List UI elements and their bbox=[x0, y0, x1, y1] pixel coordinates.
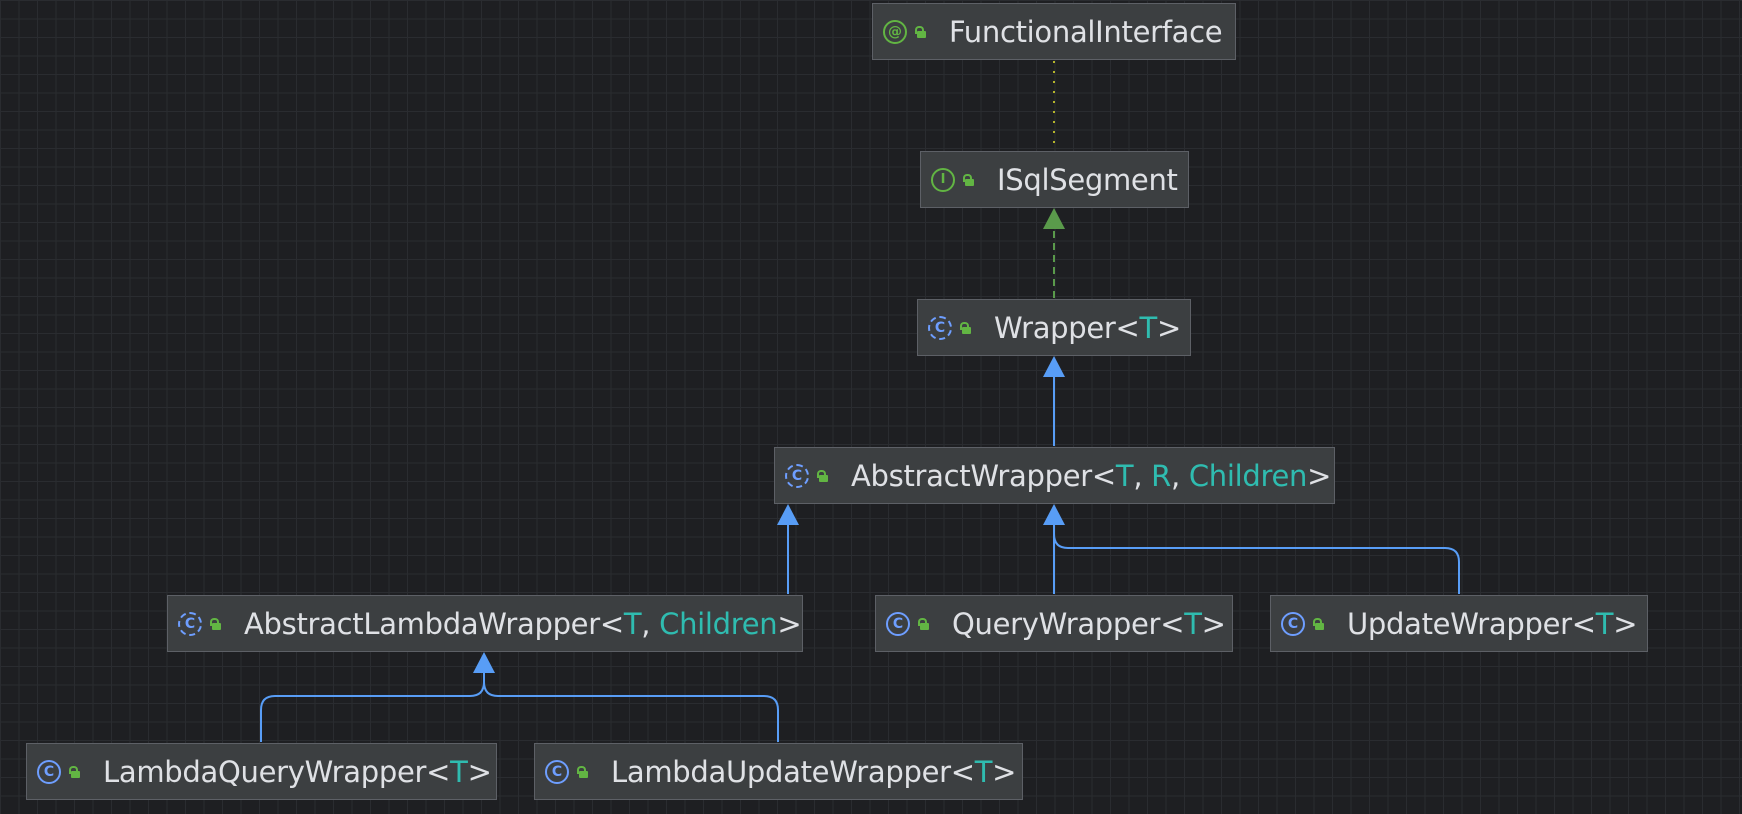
public-lock-icon bbox=[918, 617, 930, 630]
public-lock-icon bbox=[210, 617, 222, 630]
node-label: LambdaQueryWrapper<T> bbox=[103, 754, 492, 789]
type-param: T bbox=[450, 754, 468, 789]
node-functional-interface[interactable]: @ FunctionalInterface bbox=[872, 3, 1236, 60]
node-lambda-update-wrapper[interactable]: C LambdaUpdateWrapper<T> bbox=[534, 743, 1023, 800]
type-param: T bbox=[1595, 606, 1614, 641]
node-label: LambdaUpdateWrapper<T> bbox=[611, 754, 1017, 789]
node-abstract-wrapper[interactable]: C AbstractWrapper<T, R, Children> bbox=[774, 447, 1335, 504]
class-diagram-canvas: @ FunctionalInterface I ISqlSegment C Wr… bbox=[0, 0, 1742, 814]
public-lock-icon bbox=[577, 765, 589, 778]
class-icon: C bbox=[37, 759, 61, 784]
node-abstract-lambda-wrapper[interactable]: C AbstractLambdaWrapper<T, Children> bbox=[167, 595, 803, 652]
class-icon: C bbox=[1281, 611, 1305, 636]
type-param: T bbox=[974, 754, 993, 789]
type-param: R bbox=[1151, 458, 1172, 493]
public-lock-icon bbox=[817, 469, 829, 482]
annotation-icon: @ bbox=[883, 19, 907, 44]
node-label: AbstractLambdaWrapper<T, Children> bbox=[244, 606, 802, 641]
class-icon: C bbox=[545, 759, 569, 784]
type-param: Children bbox=[659, 606, 778, 641]
public-lock-icon bbox=[1313, 617, 1325, 630]
public-lock-icon bbox=[960, 321, 972, 334]
node-wrapper[interactable]: C Wrapper<T> bbox=[917, 299, 1191, 356]
edge-lambda-update-wrapper-abstract-lambda-wrapper bbox=[483, 681, 779, 742]
node-update-wrapper[interactable]: C UpdateWrapper<T> bbox=[1270, 595, 1648, 652]
node-label: UpdateWrapper<T> bbox=[1347, 606, 1638, 641]
abstract-class-icon: C bbox=[928, 315, 952, 340]
edge-update-wrapper-abstract-wrapper bbox=[1053, 533, 1460, 594]
node-label: FunctionalInterface bbox=[949, 14, 1223, 49]
edge-abstract-wrapper-wrapper-arrowhead bbox=[1043, 356, 1065, 377]
type-param: T bbox=[1184, 606, 1202, 641]
node-query-wrapper[interactable]: C QueryWrapper<T> bbox=[875, 595, 1233, 652]
type-param: Children bbox=[1188, 458, 1308, 493]
edge-wrapper-isqlsegment-arrowhead bbox=[1043, 208, 1065, 229]
type-param: T bbox=[623, 606, 642, 641]
node-label: QueryWrapper<T> bbox=[952, 606, 1226, 641]
node-isqlsegment[interactable]: I ISqlSegment bbox=[920, 151, 1189, 208]
class-icon: C bbox=[886, 611, 910, 636]
public-lock-icon bbox=[69, 765, 81, 778]
edge-abstract-lambda-wrapper-children-arrowhead bbox=[473, 652, 495, 673]
public-lock-icon bbox=[915, 25, 927, 38]
diagram-edges bbox=[260, 61, 1460, 742]
edge-abstract-lambda-wrapper-abstract-wrapper-arrowhead bbox=[777, 504, 799, 525]
node-label: AbstractWrapper<T, R, Children> bbox=[851, 458, 1332, 493]
interface-icon: I bbox=[931, 167, 955, 192]
public-lock-icon bbox=[963, 173, 975, 186]
edge-lambda-query-wrapper-abstract-lambda-wrapper bbox=[260, 673, 485, 742]
type-param: T bbox=[1115, 458, 1134, 493]
node-label: ISqlSegment bbox=[997, 162, 1178, 197]
abstract-class-icon: C bbox=[178, 611, 202, 636]
abstract-class-icon: C bbox=[785, 463, 809, 488]
edge-abstract-wrapper-children-arrowhead bbox=[1043, 504, 1065, 525]
type-param: T bbox=[1139, 310, 1158, 345]
node-label: Wrapper<T> bbox=[994, 310, 1181, 345]
node-lambda-query-wrapper[interactable]: C LambdaQueryWrapper<T> bbox=[26, 743, 497, 800]
